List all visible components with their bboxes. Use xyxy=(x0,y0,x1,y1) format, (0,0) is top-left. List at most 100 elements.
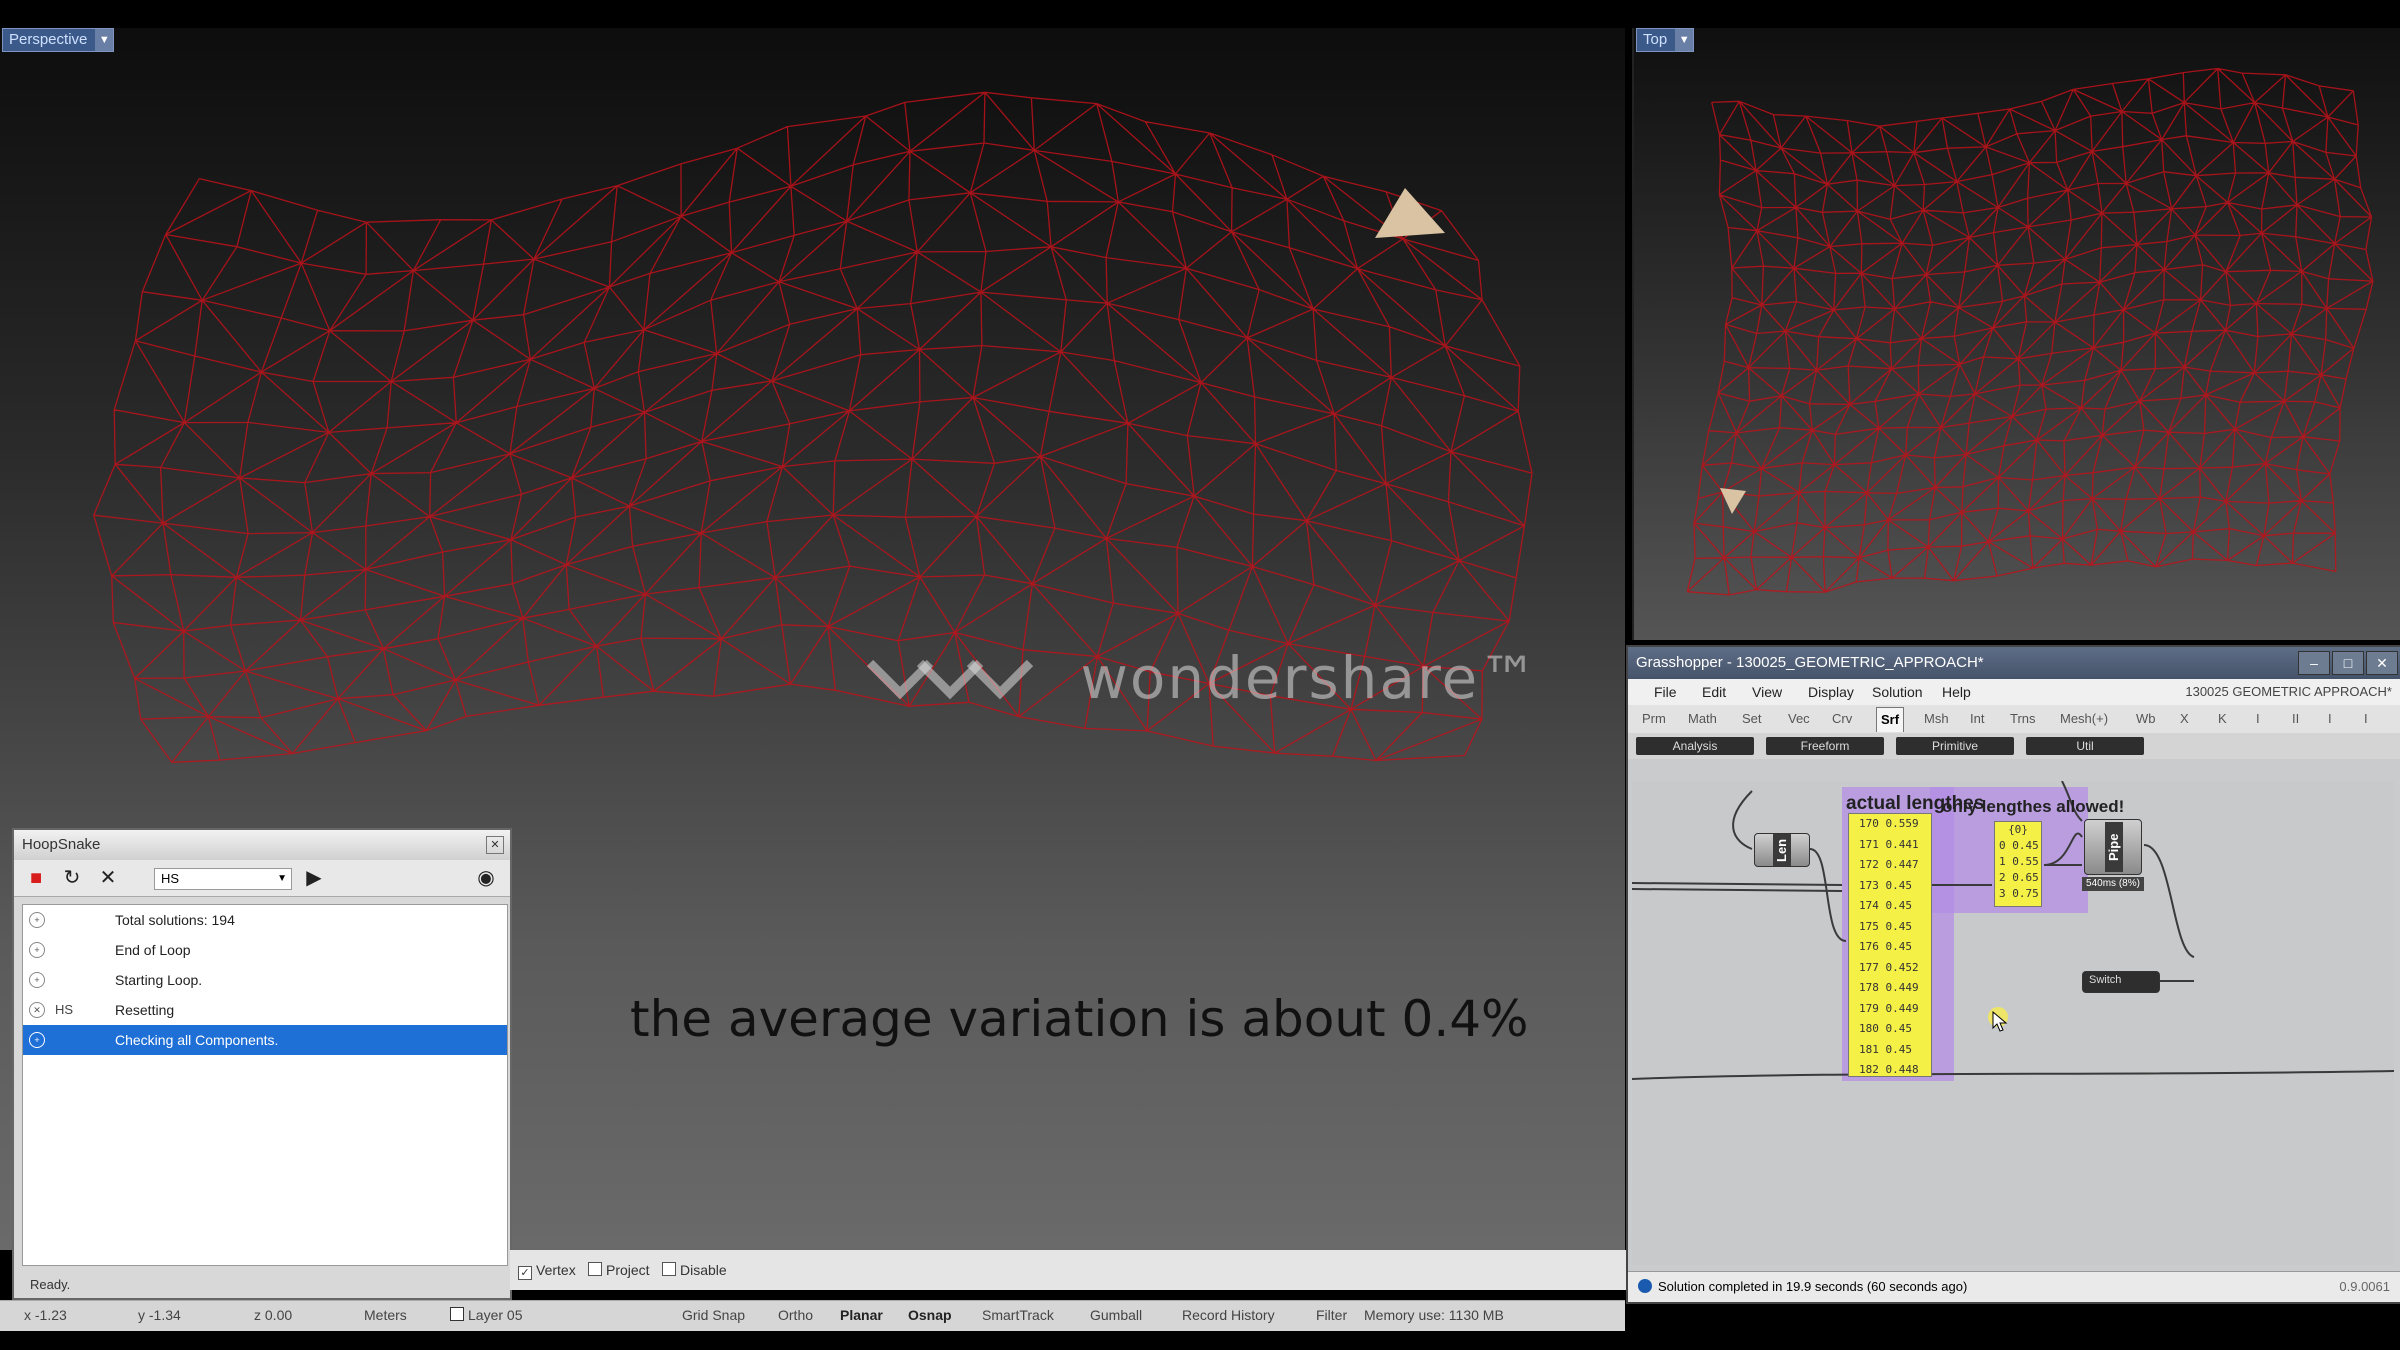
log-message: Starting Loop. xyxy=(115,972,203,988)
menu-solution[interactable]: Solution xyxy=(1872,684,1923,700)
disable-checkbox[interactable]: Disable xyxy=(662,1262,727,1278)
grasshopper-icon xyxy=(1638,1279,1652,1293)
panel-analysis[interactable]: Analysis xyxy=(1636,737,1754,755)
minimize-icon[interactable]: – xyxy=(2298,651,2330,675)
panel-line: 2 0.65 xyxy=(1999,871,2039,884)
tab-crv[interactable]: Crv xyxy=(1832,711,1852,726)
tab-math[interactable]: Math xyxy=(1688,711,1717,726)
toggle-filter[interactable]: Filter xyxy=(1316,1307,1347,1323)
project-checkbox[interactable]: Project xyxy=(588,1262,650,1278)
chevron-down-icon[interactable]: ▼ xyxy=(277,869,287,889)
tab-k[interactable]: K xyxy=(2218,711,2227,726)
toggle-grid-snap[interactable]: Grid Snap xyxy=(682,1307,745,1323)
chevron-down-icon[interactable]: ▼ xyxy=(95,29,114,51)
top-viewport-tab[interactable]: Top ▼ xyxy=(1636,28,1695,52)
tab-x[interactable]: X xyxy=(2180,711,2189,726)
log-row-selected[interactable]: + Checking all Components. xyxy=(23,1025,507,1055)
units[interactable]: Meters xyxy=(364,1307,407,1323)
panel-line: 3 0.75 xyxy=(1999,887,2039,900)
checkbox-box xyxy=(662,1262,676,1276)
checkbox-box xyxy=(588,1262,602,1276)
perspective-viewport-tab[interactable]: Perspective ▼ xyxy=(2,28,115,52)
menu-help[interactable]: Help xyxy=(1942,684,1971,700)
toggle-osnap[interactable]: Osnap xyxy=(908,1307,952,1323)
grasshopper-title: Grasshopper - 130025_GEOMETRIC_APPROACH* xyxy=(1636,654,1984,671)
mesh-wireframe xyxy=(1686,67,2374,596)
component-tabs: Prm Math Set Vec Crv Srf Msh Int Trns Me… xyxy=(1628,705,2400,733)
component-name: Switch xyxy=(2089,974,2122,986)
grasshopper-menubar: File Edit View Display Solution Help 130… xyxy=(1628,679,2400,705)
coord-z: z 0.00 xyxy=(254,1307,293,1323)
panel-freeform[interactable]: Freeform xyxy=(1766,737,1884,755)
close-icon[interactable]: ✕ xyxy=(96,866,120,890)
viewport-tab-label: Top xyxy=(1643,31,1668,48)
panel-line: 174 0.45 xyxy=(1859,899,1912,912)
info-icon: + xyxy=(29,942,45,958)
switch-component[interactable]: Switch xyxy=(2082,971,2160,993)
panel-primitive[interactable]: Primitive xyxy=(1896,737,2014,755)
toggle-ortho[interactable]: Ortho xyxy=(778,1307,813,1323)
tab-set[interactable]: Set xyxy=(1742,711,1762,726)
close-icon[interactable]: ✕ xyxy=(2366,651,2398,675)
close-icon[interactable]: ✕ xyxy=(486,836,504,854)
maximize-icon[interactable]: □ xyxy=(2332,651,2364,675)
log-row[interactable]: ✕ HS Resetting xyxy=(23,995,507,1025)
tab-ii[interactable]: II xyxy=(2292,711,2299,726)
tab-msh[interactable]: Msh xyxy=(1924,711,1949,726)
panel-line: 178 0.449 xyxy=(1859,981,1919,994)
rhino-status-bar: x -1.23 y -1.34 z 0.00 Meters Layer 05 G… xyxy=(0,1300,1625,1331)
top-viewport[interactable]: Top ▼ xyxy=(1632,28,2400,640)
pipe-profiler: 540ms (8%) xyxy=(2082,877,2144,891)
log-row[interactable]: + Starting Loop. xyxy=(23,965,507,995)
panel-header: {0} xyxy=(2008,823,2028,836)
length-component[interactable]: Len xyxy=(1754,833,1810,867)
grasshopper-window: Grasshopper - 130025_GEOMETRIC_APPROACH*… xyxy=(1626,645,2400,1304)
grasshopper-canvas[interactable]: actual lengthes only lengthes allowed! 1… xyxy=(1632,781,2394,1265)
menu-display[interactable]: Display xyxy=(1808,684,1854,700)
error-icon: ✕ xyxy=(29,1002,45,1018)
log-row[interactable]: + Total solutions: 194 xyxy=(23,905,507,935)
chevron-down-icon[interactable]: ▼ xyxy=(1675,29,1694,51)
tab-i2[interactable]: I xyxy=(2328,711,2332,726)
hoopsnake-log[interactable]: + Total solutions: 194 + End of Loop + S… xyxy=(22,904,508,1266)
reset-icon[interactable]: ↻ xyxy=(60,866,84,890)
log-message: Checking all Components. xyxy=(115,1032,279,1048)
stop-icon[interactable]: ■ xyxy=(24,866,48,890)
tab-trns[interactable]: Trns xyxy=(2010,711,2036,726)
hoopsnake-input[interactable]: HS ▼ xyxy=(154,868,292,890)
panel-line: 172 0.447 xyxy=(1859,858,1919,871)
log-row[interactable]: + End of Loop xyxy=(23,935,507,965)
toggle-planar[interactable]: Planar xyxy=(840,1307,883,1323)
hoopsnake-input-value: HS xyxy=(161,871,180,886)
panel-line: 173 0.45 xyxy=(1859,878,1912,892)
watermark-text: wondershare™ xyxy=(1080,643,1540,712)
toggle-gumball[interactable]: Gumball xyxy=(1090,1307,1142,1323)
log-message: Total solutions: 194 xyxy=(115,912,235,928)
menu-view[interactable]: View xyxy=(1752,684,1782,700)
tab-int[interactable]: Int xyxy=(1970,711,1984,726)
vertex-checkbox[interactable]: ✓ Vertex xyxy=(518,1262,576,1280)
tab-prm[interactable]: Prm xyxy=(1642,711,1666,726)
panel-line: 171 0.441 xyxy=(1859,837,1919,851)
tab-vec[interactable]: Vec xyxy=(1788,711,1810,726)
allowed-lengths-panel[interactable]: {0} 0 0.45 1 0.55 2 0.65 3 0.75 xyxy=(1994,821,2042,907)
tab-mesh-plus[interactable]: Mesh(+) xyxy=(2060,711,2108,726)
panel-util[interactable]: Util xyxy=(2026,737,2144,755)
tab-i[interactable]: I xyxy=(2256,711,2260,726)
tab-srf[interactable]: Srf xyxy=(1876,707,1905,732)
watermark: wondershare™ xyxy=(860,640,1600,712)
toggle-smarttrack[interactable]: SmartTrack xyxy=(982,1307,1054,1323)
play-icon[interactable]: ▶ xyxy=(302,866,326,890)
eye-icon[interactable]: ◉ xyxy=(474,866,498,890)
selected-face xyxy=(1375,188,1445,238)
menu-file[interactable]: File xyxy=(1654,684,1677,700)
menu-edit[interactable]: Edit xyxy=(1702,684,1726,700)
toggle-record-history[interactable]: Record History xyxy=(1182,1307,1275,1323)
tab-i3[interactable]: I xyxy=(2364,711,2368,726)
actual-lengths-panel[interactable]: 170 0.559 171 0.441 172 0.447 173 0.45 1… xyxy=(1848,813,1932,1077)
tab-wb[interactable]: Wb xyxy=(2136,711,2156,726)
pipe-component[interactable]: Pipe xyxy=(2084,819,2142,875)
osnap-bar: ✓ Vertex Project Disable xyxy=(510,1250,1630,1290)
log-message: Resetting xyxy=(115,1002,175,1018)
layer-indicator[interactable]: Layer 05 xyxy=(450,1307,522,1323)
